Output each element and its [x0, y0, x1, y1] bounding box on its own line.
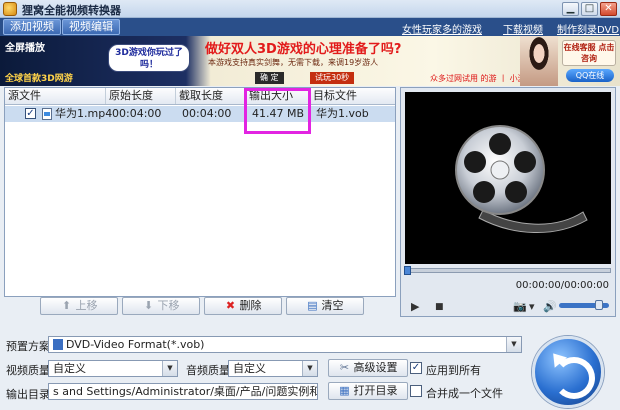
snapshot-button[interactable]: 📷 [513, 300, 527, 313]
audio-quality-label: 音频质量: [186, 364, 234, 377]
output-dir-input[interactable]: s and Settings/Administrator/桌面/产品/问题实例和… [48, 383, 318, 400]
audio-quality-value: 自定义 [233, 362, 266, 375]
arrow-down-icon: ⬇ [143, 299, 154, 312]
advanced-settings-label: 高级设置 [353, 361, 398, 374]
snapshot-menu-arrow[interactable]: ▾ [529, 300, 535, 313]
video-quality-select[interactable]: 自定义 ▼ [48, 360, 178, 377]
preset-label: 预置方案: [6, 340, 54, 353]
banner-speech-bubble: 3D游戏你玩过了吗！ [108, 44, 190, 72]
video-quality-label: 视频质量: [6, 364, 54, 377]
cell-original-length: 00:04:00 [112, 107, 162, 120]
move-down-label: 下移 [157, 299, 180, 312]
video-screen [405, 92, 611, 264]
open-dir-button[interactable]: ▦ 打开目录 [328, 382, 408, 400]
cell-clip-length: 00:04:00 [182, 107, 232, 120]
link-burn-dvd[interactable]: 制作刻录DVD [557, 21, 619, 36]
wrench-icon: ✂ [339, 361, 350, 374]
banner-character-image [520, 36, 558, 86]
volume-icon[interactable]: 🔊 [543, 300, 557, 313]
banner-confirm-button[interactable]: 确 定 [255, 72, 284, 84]
preset-select[interactable]: DVD-Video Format(*.vob) ▼ [48, 336, 522, 353]
merge-checkbox[interactable] [410, 385, 422, 397]
add-video-button[interactable]: 添加视频 [3, 19, 61, 35]
audio-quality-select[interactable]: 自定义 ▼ [228, 360, 318, 377]
banner-online-support[interactable]: 在线客服 点击咨询 [562, 40, 616, 66]
banner-headline: 做好双人3D游戏的心理准备了吗? [205, 42, 402, 57]
convert-button[interactable] [532, 336, 604, 408]
file-list[interactable]: 源文件 原始长度 截取长度 输出大小 目标文件 ✓ 华为1.mp4 00:04:… [4, 87, 396, 297]
volume-slider[interactable] [559, 300, 609, 310]
merge-label[interactable]: 合并成一个文件 [426, 385, 503, 401]
banner-subtext: 本游戏支持真实剑舞，无需下载，来调19岁游人 [208, 58, 379, 67]
app-logo-icon [3, 2, 17, 16]
column-target-file[interactable]: 目标文件 [310, 88, 395, 104]
apply-all-label[interactable]: 应用到所有 [426, 362, 481, 378]
title-bar: 狸窝全能视频转换器 ▁ □ ✕ [0, 0, 620, 18]
column-original-length[interactable]: 原始长度 [106, 88, 176, 104]
annotation-highlight-box [244, 88, 311, 134]
arrow-up-icon: ⬆ [61, 299, 72, 312]
banner-fullscreen-label[interactable]: 全屏播放 [5, 39, 45, 54]
link-female-games[interactable]: 女性玩家多的游戏 [402, 21, 482, 36]
menu-bar: 添加视频 视频编辑 女性玩家多的游戏 下载视频 制作刻录DVD [0, 18, 620, 36]
move-down-button[interactable]: ⬇ 下移 [122, 297, 200, 315]
clear-label: 清空 [321, 299, 344, 312]
open-dir-label: 打开目录 [353, 384, 398, 397]
film-reel-icon [455, 125, 588, 234]
table-row[interactable]: ✓ 华为1.mp4 00:04:00 00:04:00 41.47 MB 华为1… [5, 106, 395, 122]
delete-button[interactable]: ✖ 删除 [204, 297, 282, 315]
cell-source-file: 华为1.mp4 [55, 107, 113, 120]
column-clip-length[interactable]: 截取长度 [176, 88, 246, 104]
advanced-settings-button[interactable]: ✂ 高级设置 [328, 359, 408, 377]
video-file-icon [42, 108, 52, 120]
clear-button[interactable]: ▤ 清空 [286, 297, 364, 315]
window-title: 狸窝全能视频转换器 [22, 4, 121, 17]
output-dir-value: s and Settings/Administrator/桌面/产品/问题实例和… [53, 385, 317, 398]
link-download-video[interactable]: 下载视频 [503, 21, 543, 36]
seek-bar[interactable] [404, 266, 611, 275]
folder-icon: ▦ [339, 384, 350, 397]
preset-value: DVD-Video Format(*.vob) [66, 338, 205, 351]
edit-video-button[interactable]: 视频编辑 [62, 19, 120, 35]
time-display: 00:00:00/00:00:00 [515, 280, 609, 291]
banner-trial-button[interactable]: 试玩30秒 [310, 72, 355, 84]
chevron-down-icon: ▼ [302, 361, 317, 376]
chevron-down-icon: ▼ [506, 337, 521, 352]
clear-icon: ▤ [307, 299, 318, 312]
minimize-button[interactable]: ▁ [562, 2, 579, 16]
stop-button[interactable]: ■ [435, 302, 444, 312]
column-source-file[interactable]: 源文件 [5, 88, 106, 104]
ad-banner[interactable]: 全屏播放 全球首款3D网游 3D游戏你玩过了吗！ 做好双人3D游戏的心理准备了吗… [0, 36, 620, 86]
file-list-header: 源文件 原始长度 截取长度 输出大小 目标文件 [5, 88, 395, 105]
play-button[interactable]: ▶ [411, 300, 419, 313]
chevron-down-icon: ▼ [162, 361, 177, 376]
volume-handle[interactable] [595, 300, 603, 310]
output-dir-label: 输出目录: [6, 388, 54, 401]
delete-x-icon: ✖ [225, 299, 236, 312]
delete-label: 删除 [239, 299, 262, 312]
maximize-button[interactable]: □ [581, 2, 598, 16]
move-up-label: 上移 [75, 299, 98, 312]
banner-qq-online[interactable]: QQ在线 [566, 69, 614, 82]
row-checkbox[interactable]: ✓ [25, 108, 36, 119]
cell-target-file: 华为1.vob [316, 107, 369, 120]
settings-panel: 预置方案: DVD-Video Format(*.vob) ▼ 视频质量: 自定… [0, 330, 620, 410]
video-quality-value: 自定义 [53, 362, 86, 375]
move-up-button[interactable]: ⬆ 上移 [40, 297, 118, 315]
banner-left-tag: 全球首款3D网游 [5, 74, 73, 84]
close-button[interactable]: ✕ [600, 2, 617, 16]
seek-handle[interactable] [404, 266, 411, 275]
dvd-format-icon [53, 339, 63, 350]
preview-player: 00:00:00/00:00:00 ▶ ■ 📷 ▾ 🔊 [400, 87, 616, 317]
apply-all-checkbox[interactable]: ✓ [410, 362, 422, 374]
list-button-bar: ⬆ 上移 ⬇ 下移 ✖ 删除 ▤ 清空 [4, 297, 396, 317]
